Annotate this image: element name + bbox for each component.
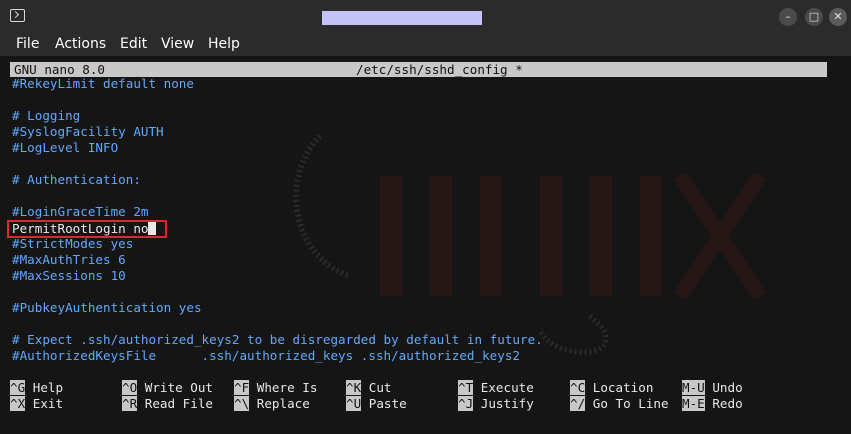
window-title-redacted [322, 11, 482, 25]
shortcut-key: ^T [458, 380, 474, 395]
shortcut-key: ^\ [234, 396, 250, 411]
menu-file[interactable]: File [16, 36, 39, 52]
shortcut-undo[interactable]: M-U Undo [682, 380, 743, 396]
title-bar: – □ ✕ [0, 0, 851, 34]
terminal-area[interactable]: GNU nano 8.0 /etc/ssh/sshd_config * #Rek… [0, 56, 851, 434]
menu-actions[interactable]: Actions [55, 36, 106, 52]
editor-line: #SyslogFacility AUTH [12, 124, 164, 139]
maximize-button[interactable]: □ [805, 8, 823, 26]
shortcut-cut[interactable]: ^K Cut [346, 380, 392, 396]
shortcut-label: Write Out [144, 380, 214, 395]
shortcut-key: ^/ [570, 396, 586, 411]
shortcut-label: Redo [712, 396, 743, 411]
shortcut-exit[interactable]: ^X Exit [10, 396, 63, 412]
shortcut-label: Exit [32, 396, 64, 411]
shortcut-label: Execute [480, 380, 534, 395]
shortcut-key: M-E [682, 396, 705, 411]
shortcut-key: ^C [570, 380, 586, 395]
shortcut-label: Cut [368, 380, 392, 395]
shortcut-label: Where Is [256, 380, 318, 395]
shortcut-replace[interactable]: ^\ Replace [234, 396, 310, 412]
shortcut-label: Read File [144, 396, 214, 411]
editor-line: #PubkeyAuthentication yes [12, 300, 202, 315]
nano-filename: /etc/ssh/sshd_config * [356, 62, 523, 77]
editor-line: #AuthorizedKeysFile .ssh/authorized_keys… [12, 348, 520, 363]
editor-line: # Logging [12, 108, 81, 123]
shortcut-key: M-U [682, 380, 705, 395]
shortcut-label: Help [32, 380, 64, 395]
shortcut-key: ^G [10, 380, 26, 395]
editor-line: #RekeyLimit default none [12, 76, 194, 91]
shortcut-key: ^K [346, 380, 362, 395]
terminal-icon [10, 9, 25, 22]
shortcut-label: Undo [712, 380, 743, 395]
shortcut-go-to-line[interactable]: ^/ Go To Line [570, 396, 669, 412]
background-dragon-art [293, 133, 766, 355]
shortcut-label: Location [592, 380, 654, 395]
editor-line: #MaxAuthTries 6 [12, 252, 126, 267]
shortcut-key: ^R [122, 396, 138, 411]
editor-line: #LoginGraceTime 2m [12, 204, 149, 219]
shortcut-label: Paste [368, 396, 407, 411]
editor-line: #MaxSessions 10 [12, 268, 126, 283]
shortcut-where-is[interactable]: ^F Where Is [234, 380, 317, 396]
menu-view[interactable]: View [161, 36, 194, 52]
shortcut-read-file[interactable]: ^R Read File [122, 396, 213, 412]
nano-header-bar: GNU nano 8.0 /etc/ssh/sshd_config * [10, 62, 827, 77]
menu-edit[interactable]: Edit [120, 36, 147, 52]
close-icon: ✕ [833, 10, 843, 23]
shortcut-label: Justify [480, 396, 534, 411]
shortcut-key: ^F [234, 380, 250, 395]
shortcut-paste[interactable]: ^U Paste [346, 396, 407, 412]
menu-bar: File Actions Edit View Help [0, 34, 851, 56]
editor-line: # Authentication: [12, 172, 141, 187]
editor-line: # Expect .ssh/authorized_keys2 to be dis… [12, 332, 543, 347]
maximize-icon: □ [808, 10, 820, 23]
minimize-button[interactable]: – [779, 8, 797, 26]
editor-line: #LogLevel INFO [12, 140, 119, 155]
editor-line: #StrictModes yes [12, 236, 134, 251]
highlight-annotation-box [7, 220, 167, 238]
shortcut-key: ^X [10, 396, 26, 411]
shortcut-key: ^J [458, 396, 474, 411]
nano-version: GNU nano 8.0 [14, 62, 105, 77]
close-button[interactable]: ✕ [829, 8, 847, 26]
shortcut-key: ^O [122, 380, 138, 395]
shortcut-execute[interactable]: ^T Execute [458, 380, 534, 396]
shortcut-label: Go To Line [592, 396, 669, 411]
shortcut-redo[interactable]: M-E Redo [682, 396, 743, 412]
shortcut-key: ^U [346, 396, 362, 411]
shortcut-label: Replace [256, 396, 310, 411]
shortcut-write-out[interactable]: ^O Write Out [122, 380, 213, 396]
shortcut-location[interactable]: ^C Location [570, 380, 653, 396]
shortcut-help[interactable]: ^G Help [10, 380, 63, 396]
shortcut-justify[interactable]: ^J Justify [458, 396, 534, 412]
minimize-icon: – [785, 10, 791, 23]
menu-help[interactable]: Help [208, 36, 240, 52]
